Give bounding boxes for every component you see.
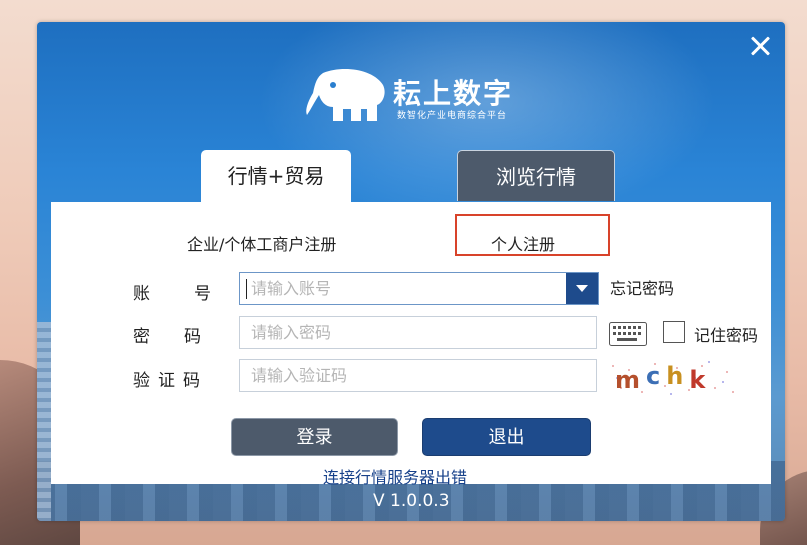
captcha-char: h	[666, 362, 689, 390]
login-window: 耘上数字 数智化产业电商综合平台 行情+贸易 浏览行情 企业/个体工商户注册 个…	[37, 22, 785, 521]
captcha-char: k	[689, 366, 711, 394]
connection-status: 连接行情服务器出错	[323, 468, 468, 487]
forgot-password-link[interactable]: 忘记密码	[610, 275, 674, 299]
password-label-char-2: 码	[184, 327, 201, 347]
version-label: V 1.0.0.3	[373, 491, 450, 511]
elephant-logo-icon	[306, 69, 385, 121]
keyboard-icon[interactable]	[609, 322, 647, 346]
chevron-down-icon[interactable]	[566, 273, 598, 304]
captcha-image[interactable]: mchk	[607, 358, 737, 398]
password-label-char-1: 密	[133, 327, 150, 347]
captcha-char: m	[615, 366, 646, 394]
brand-name: 耘上数字	[393, 77, 514, 110]
captcha-char: c	[646, 362, 666, 390]
verification-code-label: 验证码	[133, 371, 208, 391]
city-building	[37, 322, 51, 521]
text-caret	[246, 279, 247, 299]
captcha-text: mchk	[615, 362, 711, 394]
account-label-char-1: 账	[133, 284, 150, 304]
password-label: 密码	[133, 322, 201, 347]
login-panel: 企业/个体工商户注册 个人注册 账号 请输入账号 忘记密码 密码 请输入密码 记	[51, 202, 771, 487]
tab-trade[interactable]: 行情+贸易	[201, 150, 351, 206]
account-placeholder: 请输入账号	[251, 279, 332, 298]
remember-password-checkbox[interactable]	[663, 321, 685, 343]
close-icon[interactable]	[747, 32, 775, 60]
remember-password-label[interactable]: 记住密码	[694, 322, 758, 346]
account-input[interactable]: 请输入账号	[239, 272, 599, 305]
brand-subtitle: 数智化产业电商综合平台	[397, 111, 508, 121]
login-button[interactable]: 登录	[231, 418, 398, 456]
verification-code-placeholder: 请输入验证码	[251, 366, 348, 385]
exit-button[interactable]: 退出	[422, 418, 591, 456]
account-label: 账号	[133, 279, 211, 304]
company-register-link[interactable]: 企业/个体工商户注册	[187, 231, 336, 255]
account-label-char-2: 号	[194, 284, 211, 304]
personal-register-link[interactable]: 个人注册	[491, 231, 555, 255]
password-input[interactable]: 请输入密码	[239, 316, 597, 349]
password-placeholder: 请输入密码	[251, 323, 332, 342]
tab-browse[interactable]: 浏览行情	[457, 150, 615, 201]
verification-code-input[interactable]: 请输入验证码	[239, 359, 597, 392]
